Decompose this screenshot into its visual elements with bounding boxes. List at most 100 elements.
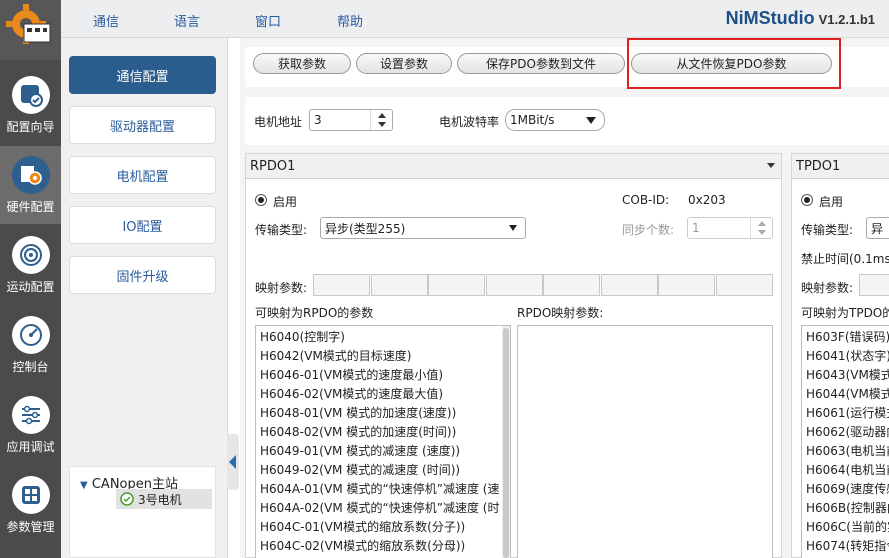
menu-item-window[interactable]: 窗口 (255, 11, 281, 30)
highlight-box (627, 38, 841, 89)
get-params-button[interactable]: 获取参数 (253, 53, 351, 74)
tpdo-select[interactable]: TPDO1 (792, 154, 889, 179)
tpdo-transfer-label: 传输类型: (801, 223, 854, 237)
list-item[interactable]: H606B(控制器内 (802, 499, 889, 518)
map-slot[interactable] (485, 274, 543, 296)
brand-version: V1.2.1.b1 (818, 12, 875, 27)
transfer-type-label: 传输类型: (255, 223, 308, 237)
rail-item-label: 硬件配置 (6, 200, 55, 214)
gauge-icon (11, 316, 50, 354)
rpdo-enable-label: 启用 (273, 195, 298, 209)
baud-value: 1MBit/s (510, 113, 555, 127)
list-item[interactable]: H6043(VM模式 (802, 366, 889, 385)
rpdo-title: RPDO1 (250, 158, 296, 174)
map-slot[interactable] (859, 274, 889, 296)
list-item[interactable]: H6041(状态字) (802, 347, 889, 366)
tpdo-available-list[interactable]: H603F(错误码) H6041(状态字) H6043(VM模式 H6044(VM模式… (801, 325, 889, 558)
nav-driver-config[interactable]: 驱动器配置 (69, 106, 216, 144)
tpdo-enable-radio[interactable] (801, 194, 813, 206)
gear-logo-icon (6, 4, 51, 44)
rpdo-enable-radio[interactable] (255, 194, 267, 206)
nav-io-config[interactable]: IO配置 (69, 206, 216, 244)
list-item[interactable]: H6063(电机当前 (802, 442, 889, 461)
scrollbar-thumb[interactable] (503, 328, 509, 558)
check-circle-icon (120, 492, 134, 506)
rpdo-panel: RPDO1 启用 COB-ID: 0x203 传输类型: 异步(类型255) 同… (245, 153, 782, 558)
scrollbar[interactable] (502, 326, 510, 558)
nav-comm-config[interactable]: 通信配置 (69, 56, 216, 94)
rail-item-debug[interactable]: 应用调试 (0, 386, 61, 464)
motor-address-spinbox[interactable]: 3 (309, 109, 393, 131)
mapped-params-label: RPDO映射参数: (517, 306, 604, 320)
list-item[interactable]: H606C(当前的实 (802, 518, 889, 537)
menubar: 通信 语言 窗口 帮助 NiMStudio V1.2.1.b1 (61, 0, 889, 38)
rail-item-wizard[interactable]: 配置向导 (0, 66, 61, 144)
list-item[interactable]: H6042(VM模式的目标速度) (256, 347, 510, 366)
motion-icon (11, 236, 50, 274)
spin-arrows-icon[interactable] (370, 110, 392, 130)
rail-item-hardware[interactable]: 硬件配置 (0, 146, 61, 224)
brand: NiMStudio V1.2.1.b1 (726, 8, 875, 29)
sync-count-value: 1 (692, 221, 700, 235)
rail-item-console[interactable]: 控制台 (0, 306, 61, 384)
nav-motor-config[interactable]: 电机配置 (69, 156, 216, 194)
transfer-type-value: 异步(类型255) (325, 221, 406, 236)
available-params-label: 可映射为RPDO的参数 (255, 306, 374, 320)
rpdo-map-slots (313, 274, 773, 296)
baud-label: 电机波特率 (439, 115, 500, 129)
rail-item-params[interactable]: 参数管理 (0, 466, 61, 544)
spin-arrows-icon[interactable] (750, 218, 772, 238)
rpdo-mapped-list[interactable] (517, 325, 773, 558)
tpdo-map-slots (859, 274, 889, 296)
map-slot[interactable] (543, 274, 600, 296)
map-slot[interactable] (313, 274, 370, 296)
motor-address-value: 3 (314, 113, 322, 127)
rail-item-motion[interactable]: 运动配置 (0, 226, 61, 304)
map-slot[interactable] (715, 274, 773, 296)
list-item[interactable]: H604A-01(VM 模式的“快速停机”减速度 (速 (256, 480, 510, 499)
tree-child[interactable]: 3号电机 (116, 489, 212, 509)
tpdo-map-label: 映射参数: (801, 281, 854, 295)
set-params-button[interactable]: 设置参数 (356, 53, 452, 74)
baud-select[interactable]: 1MBit/s (505, 109, 605, 131)
list-item[interactable]: H6061(运行模式 (802, 404, 889, 423)
save-pdo-button[interactable]: 保存PDO参数到文件 (457, 53, 625, 74)
list-item[interactable]: H6049-02(VM 模式的减速度 (时间)) (256, 461, 510, 480)
map-slot[interactable] (428, 274, 485, 296)
motor-settings: 电机地址 3 电机波特率 1MBit/s (245, 97, 889, 145)
list-item[interactable]: H6046-01(VM模式的速度最小值) (256, 366, 510, 385)
collapse-panel-button[interactable] (227, 434, 239, 490)
list-item[interactable]: H6064(电机当前 (802, 461, 889, 480)
sync-count-spinbox[interactable]: 1 (687, 217, 773, 239)
motor-address-label: 电机地址 (254, 115, 303, 129)
menu-item-comm[interactable]: 通信 (93, 11, 119, 30)
list-item[interactable]: H6048-01(VM 模式的加速度(速度)) (256, 404, 510, 423)
list-item[interactable]: H6049-01(VM 模式的减速度 (速度)) (256, 442, 510, 461)
map-params-label: 映射参数: (255, 281, 308, 295)
list-item[interactable]: H604C-01(VM模式的缩放系数(分子)) (256, 518, 510, 537)
list-item[interactable]: H604A-02(VM 模式的“快速停机”减速度 (时 (256, 499, 510, 518)
tpdo-transfer-select[interactable]: 异 (866, 217, 889, 239)
list-item[interactable]: H6046-02(VM模式的速度最大值) (256, 385, 510, 404)
nav-firmware-upgrade[interactable]: 固件升级 (69, 256, 216, 294)
expand-triangle-icon[interactable]: ▼ (80, 480, 88, 491)
left-rail: 配置向导 硬件配置 运动配置 控制台 应用调试 参数管理 (0, 0, 61, 558)
map-slot[interactable] (658, 274, 715, 296)
list-item[interactable]: H6044(VM模式 (802, 385, 889, 404)
map-slot[interactable] (600, 274, 658, 296)
list-item[interactable]: H6048-02(VM 模式的加速度(时间)) (256, 423, 510, 442)
rpdo-select[interactable]: RPDO1 (246, 154, 781, 179)
list-item[interactable]: H6074(转矩指令 (802, 537, 889, 556)
list-item[interactable]: H6040(控制字) (256, 328, 510, 347)
menu-item-help[interactable]: 帮助 (337, 11, 363, 30)
map-slot[interactable] (370, 274, 428, 296)
sync-count-label: 同步个数: (622, 223, 675, 237)
chevron-down-icon (767, 163, 775, 168)
rpdo-available-list[interactable]: H6040(控制字) H6042(VM模式的目标速度) H6046-01(VM模式的… (255, 325, 511, 558)
list-item[interactable]: H603F(错误码) (802, 328, 889, 347)
menu-item-language[interactable]: 语言 (174, 11, 200, 30)
list-item[interactable]: H604C-02(VM模式的缩放系数(分母)) (256, 537, 510, 556)
transfer-type-select[interactable]: 异步(类型255) (320, 217, 526, 239)
list-item[interactable]: H6069(速度传感 (802, 480, 889, 499)
list-item[interactable]: H6062(驱动器内 (802, 423, 889, 442)
